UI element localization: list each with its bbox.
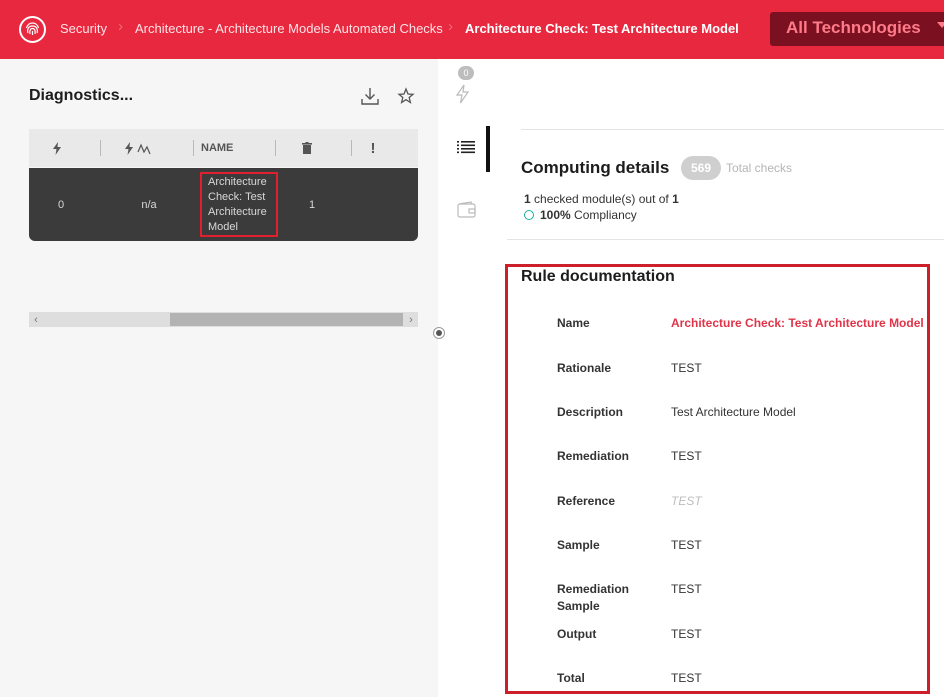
wallet-icon[interactable] [457,201,477,221]
count-badge: 0 [458,66,474,80]
field-value-total: TEST [671,671,702,685]
star-icon[interactable] [396,85,418,107]
total-checks-label: Total checks [726,161,793,175]
scroll-left-icon[interactable]: ‹ [29,312,43,327]
field-value-reference: TEST [671,494,702,508]
grid-header: NAME ! [29,129,418,167]
field-value-description: Test Architecture Model [671,405,796,419]
trash-icon[interactable] [297,129,317,167]
divider [521,129,944,130]
list-icon[interactable] [457,140,477,160]
field-label-rationale: Rationale [557,361,612,375]
download-icon[interactable] [359,85,381,107]
technology-selector[interactable]: All Technologies [770,12,944,46]
scrollbar-thumb[interactable] [170,313,403,326]
compliance-circle-icon [524,210,534,220]
horizontal-scrollbar[interactable]: ‹ › [29,312,418,327]
compliance-value: 100% [540,208,571,222]
field-value-sample: TEST [671,538,702,552]
field-label-description: Description [557,405,624,419]
checked-modules-line: 1 checked module(s) out of 1 [524,192,679,206]
field-label-remediation-sample: Remediation Sample [557,582,630,613]
lightning-outline-icon[interactable] [455,84,475,104]
diagnostics-panel: Diagnostics... NAME ! 0 n/a Architecture… [0,59,438,697]
breadcrumb-security[interactable]: Security [60,21,107,36]
rule-name-cell[interactable]: Architecture Check: Test Architecture Mo… [200,172,278,237]
column-header-name[interactable]: NAME [201,129,247,167]
column-divider [275,140,276,156]
checked-total: 1 [672,192,679,206]
field-value-rationale: TEST [671,361,702,375]
column-divider [193,140,194,156]
column-divider [351,140,352,156]
field-label-remediation: Remediation [557,449,630,463]
breadcrumb-separator-icon: › [448,18,453,35]
field-label-sample: Sample [557,538,600,552]
diagnostics-title: Diagnostics... [29,87,134,104]
field-label-name: Name [557,316,590,330]
compliance-label: Compliancy [574,208,637,222]
scroll-right-icon[interactable]: › [404,312,418,327]
checked-count: 1 [524,192,531,206]
field-value-name[interactable]: Architecture Check: Test Architecture Mo… [671,315,924,332]
breadcrumb-current-rule: Architecture Check: Test Architecture Mo… [465,21,739,36]
chevron-down-icon[interactable] [937,22,944,28]
divider [507,239,944,240]
exclamation-icon[interactable]: ! [363,129,383,167]
rule-documentation-title: Rule documentation [521,268,675,285]
field-value-output: TEST [671,627,702,641]
count-cell: 1 [308,198,316,211]
table-row[interactable]: 0 n/a Architecture Check: Test Architect… [29,168,418,241]
lightning-icon[interactable] [39,129,75,167]
field-label-output: Output [557,627,597,641]
active-tab-indicator [486,126,490,172]
checked-text: checked module(s) out of [534,192,669,206]
computing-details-title: Computing details [521,158,670,177]
compliance-line: 100% Compliancy [540,208,637,222]
fingerprint-logo-icon[interactable] [19,16,46,43]
field-label-total: Total [557,671,585,685]
column-divider [100,140,101,156]
breadcrumb-architecture-models[interactable]: Architecture - Architecture Models Autom… [135,21,443,36]
field-label-reference: Reference [557,494,616,508]
panel-resize-handle[interactable] [433,327,445,339]
field-value-remediation: TEST [671,449,702,463]
top-bar: Security › Architecture - Architecture M… [0,0,944,59]
total-checks-badge: 569 [681,156,721,180]
trend-cell: n/a [141,198,157,211]
lightning-trend-icon[interactable] [119,129,159,167]
field-value-remediation-sample: TEST [671,582,702,596]
breadcrumb-separator-icon: › [118,18,123,35]
violations-cell: 0 [57,198,65,211]
